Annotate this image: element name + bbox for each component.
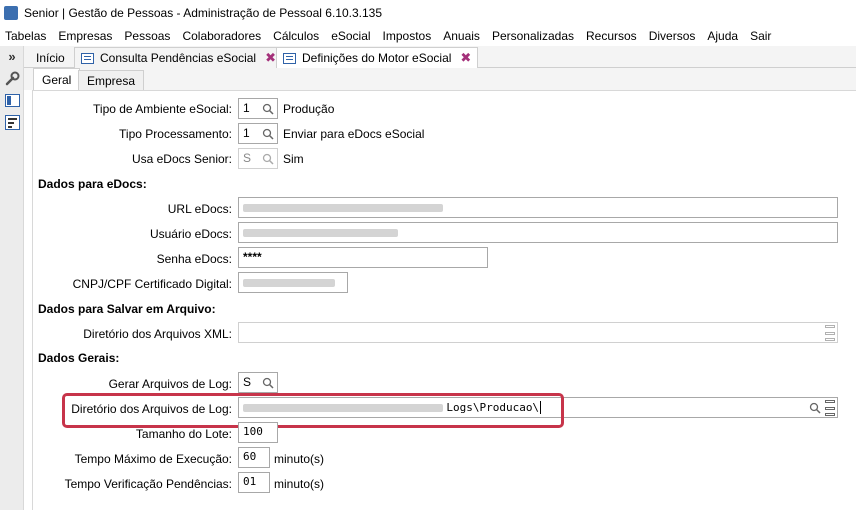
tipo-processamento-label: Tipo Processamento:: [119, 127, 232, 141]
menu-esocial[interactable]: eSocial: [325, 29, 376, 43]
usuario-edocs-input[interactable]: [238, 222, 838, 243]
tipo-ambiente-value: 1: [243, 101, 250, 115]
search-icon[interactable]: [259, 99, 277, 118]
highlight-annotation: [62, 393, 564, 428]
tamanho-lote-value: 100: [243, 425, 263, 438]
dir-xml-label: Diretório dos Arquivos XML:: [83, 327, 232, 341]
tamanho-lote-label: Tamanho do Lote:: [135, 427, 232, 441]
senha-edocs-label: Senha eDocs:: [156, 252, 232, 266]
gerar-log-value: S: [243, 375, 252, 389]
document-tabs: Início Consulta Pendências eSocial ✖ Def…: [24, 46, 856, 68]
close-icon[interactable]: ✖: [265, 50, 276, 66]
tab-empresa[interactable]: Empresa: [78, 70, 145, 90]
menu-ajuda[interactable]: Ajuda: [701, 29, 744, 43]
menu-colaboradores[interactable]: Colaboradores: [176, 29, 267, 43]
menu-impostos[interactable]: Impostos: [377, 29, 438, 43]
gerar-log-label: Gerar Arquivos de Log:: [108, 377, 232, 391]
tempo-verif-unit: minuto(s): [274, 477, 325, 491]
section-dados-arquivo: Dados para Salvar em Arquivo:: [38, 302, 216, 316]
window-title: Senior | Gestão de Pessoas - Administraç…: [24, 6, 382, 20]
cnpj-cert-label: CNPJ/CPF Certificado Digital:: [72, 277, 232, 291]
tab-definicoes-motor[interactable]: Definições do Motor eSocial ✖: [276, 47, 479, 68]
close-icon[interactable]: ✖: [460, 50, 471, 66]
menu-anuais[interactable]: Anuais: [437, 29, 486, 43]
menu-pessoas[interactable]: Pessoas: [118, 29, 176, 43]
tab-consulta-label: Consulta Pendências eSocial: [100, 51, 257, 65]
tempo-verif-input[interactable]: 01: [238, 472, 270, 493]
search-icon[interactable]: [259, 124, 277, 143]
redacted-text: [243, 203, 443, 212]
menu-recursos[interactable]: Recursos: [580, 29, 643, 43]
search-icon[interactable]: [259, 149, 277, 168]
tempo-exec-value: 60: [243, 450, 257, 463]
app-logo-icon: [4, 6, 18, 20]
title-bar: Senior | Gestão de Pessoas - Administraç…: [0, 0, 856, 26]
usa-edocs-desc: Sim: [283, 152, 304, 166]
search-icon[interactable]: [259, 373, 277, 392]
senha-edocs-value: ****: [243, 250, 262, 264]
window-icon: [283, 52, 296, 64]
menu-tabelas[interactable]: Tabelas: [0, 29, 52, 43]
tab-definicoes-label: Definições do Motor eSocial: [302, 51, 452, 65]
form-list-icon[interactable]: [4, 114, 20, 130]
redacted-text: [243, 278, 335, 287]
redacted-text: [243, 228, 398, 237]
tipo-ambiente-label: Tipo de Ambiente eSocial:: [93, 102, 232, 116]
section-dados-gerais: Dados Gerais:: [38, 351, 120, 365]
url-edocs-input[interactable]: [238, 197, 838, 218]
menu-sair[interactable]: Sair: [744, 29, 777, 43]
tempo-exec-input[interactable]: 60: [238, 447, 270, 468]
panel-icon[interactable]: [4, 92, 20, 108]
senha-edocs-input[interactable]: ****: [238, 247, 488, 268]
search-icon[interactable]: [806, 398, 824, 417]
folder-tree-icon[interactable]: [823, 325, 837, 341]
menu-bar: Tabelas Empresas Pessoas Colaboradores C…: [0, 26, 856, 46]
sub-tabs: Geral Empresa: [24, 68, 856, 90]
tab-consulta-pendencias[interactable]: Consulta Pendências eSocial ✖: [74, 47, 284, 68]
tamanho-lote-input[interactable]: 100: [238, 422, 278, 443]
section-dados-edocs: Dados para eDocs:: [38, 177, 147, 191]
url-edocs-label: URL eDocs:: [167, 202, 232, 216]
tempo-exec-label: Tempo Máximo de Execução:: [74, 452, 232, 466]
dir-xml-input[interactable]: [238, 322, 838, 343]
menu-diversos[interactable]: Diversos: [643, 29, 702, 43]
tempo-exec-unit: minuto(s): [274, 452, 325, 466]
menu-empresas[interactable]: Empresas: [52, 29, 118, 43]
menu-personalizadas[interactable]: Personalizadas: [486, 29, 580, 43]
tab-geral-label: Geral: [42, 72, 72, 87]
tipo-processamento-value: 1: [243, 126, 250, 140]
usa-edocs-value: S: [243, 151, 252, 165]
tab-geral[interactable]: Geral: [33, 68, 81, 90]
tempo-verif-label: Tempo Verificação Pendências:: [64, 477, 232, 491]
folder-tree-icon[interactable]: [823, 400, 837, 416]
tab-inicio[interactable]: Início: [30, 47, 71, 68]
tab-empresa-label: Empresa: [87, 73, 136, 88]
tipo-ambiente-desc: Produção: [283, 102, 335, 116]
cnpj-cert-input[interactable]: [238, 272, 348, 293]
left-toolbar: »: [0, 46, 24, 510]
expand-chevron-icon[interactable]: »: [4, 48, 20, 64]
tipo-processamento-desc: Enviar para eDocs eSocial: [283, 127, 425, 141]
window-icon: [81, 52, 94, 64]
wrench-icon[interactable]: [4, 70, 20, 86]
tab-inicio-label: Início: [36, 50, 65, 65]
usa-edocs-label: Usa eDocs Senior:: [131, 152, 232, 166]
usuario-edocs-label: Usuário eDocs:: [149, 227, 232, 241]
menu-calculos[interactable]: Cálculos: [267, 29, 325, 43]
tempo-verif-value: 01: [243, 475, 257, 488]
